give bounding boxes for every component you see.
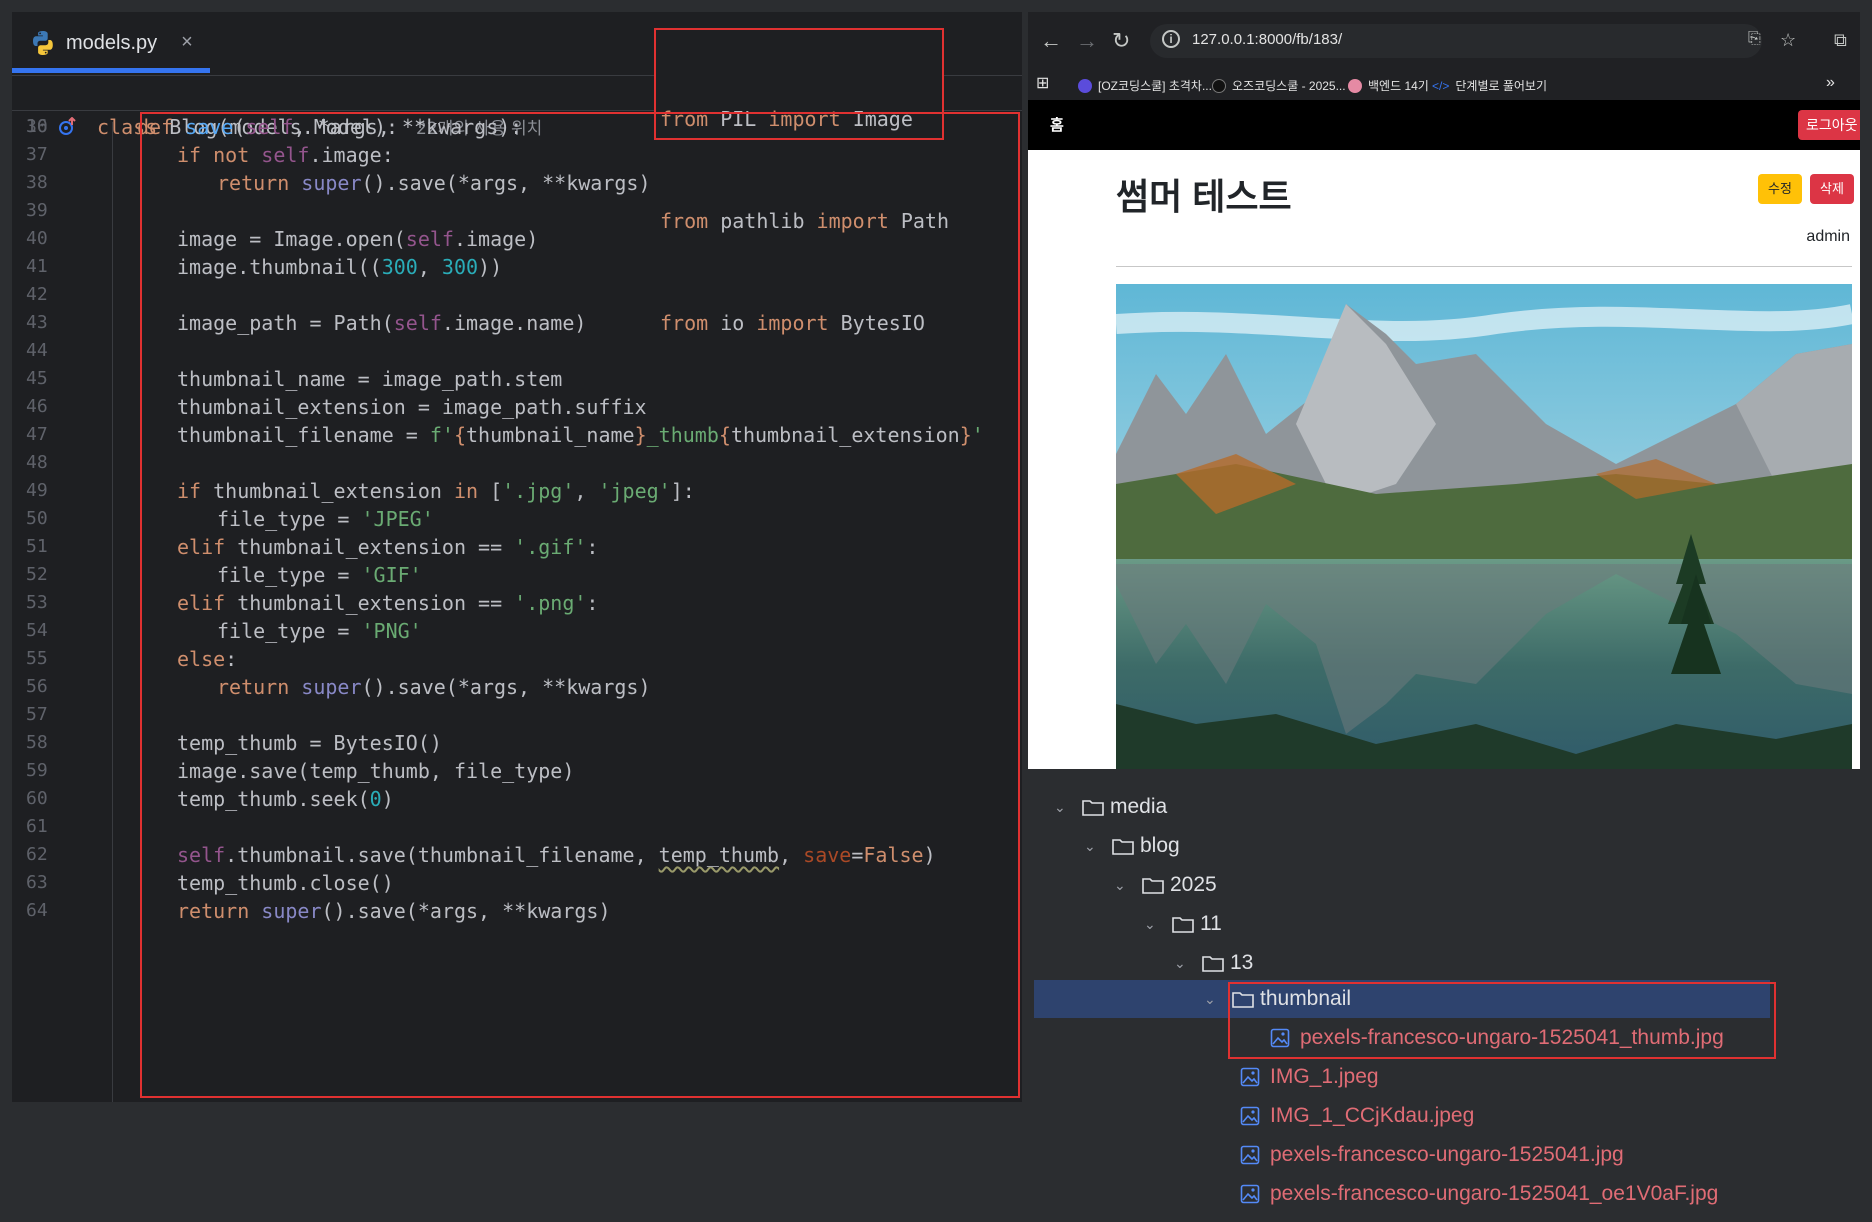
post-author: admin	[1806, 228, 1850, 245]
python-file-icon	[33, 31, 53, 55]
post-title: 썸머 테스트	[1116, 176, 1292, 217]
tree-folder-11[interactable]: ⌄ 11	[1144, 905, 1222, 943]
url-text[interactable]: 127.0.0.1:8000/fb/183/	[1192, 31, 1342, 48]
tree-file[interactable]: IMG_1.jpeg	[1240, 1058, 1379, 1096]
code-editor[interactable]: models.py × 10 class Blog(models.Model): 2…	[12, 12, 1022, 1102]
tree-folder-blog[interactable]: ⌄ blog	[1084, 827, 1180, 865]
edit-button[interactable]: 수정	[1758, 174, 1802, 204]
chevron-down-icon[interactable]: ⌄	[1204, 991, 1226, 1008]
browser-toolbar: ← → ↻ i 127.0.0.1:8000/fb/183/ ⎘ ☆ ⧉ ⊞ […	[1028, 12, 1860, 100]
image-file-icon	[1240, 1067, 1260, 1087]
tree-label: 13	[1230, 951, 1254, 974]
forward-arrow-icon[interactable]: →	[1076, 28, 1098, 54]
site-info-icon[interactable]: i	[1162, 30, 1180, 48]
delete-button[interactable]: 삭제	[1810, 174, 1854, 204]
logout-button[interactable]: 로그아웃	[1798, 110, 1860, 140]
line-number: 64	[26, 900, 48, 921]
tree-file[interactable]: pexels-francesco-ungaro-1525041.jpg	[1240, 1136, 1624, 1174]
post-image	[1116, 284, 1852, 769]
tree-label: IMG_1.jpeg	[1270, 1065, 1379, 1088]
extensions-icon[interactable]: ⧉	[1834, 30, 1847, 51]
nav-home-link[interactable]: 홈	[1050, 114, 1064, 135]
tree-folder-2025[interactable]: ⌄ 2025	[1114, 866, 1217, 904]
tree-file[interactable]: IMG_1_CCjKdau.jpeg	[1240, 1097, 1474, 1135]
chevron-down-icon[interactable]: ⌄	[1174, 955, 1196, 972]
tree-folder-media[interactable]: ⌄ media	[1054, 788, 1167, 826]
close-icon[interactable]: ×	[181, 31, 193, 54]
divider	[1116, 266, 1852, 267]
tree-folder-13[interactable]: ⌄ 13	[1174, 944, 1253, 982]
bookmark-item[interactable]: </> 단계별로 풀어보기	[1432, 77, 1547, 94]
tree-label: blog	[1140, 834, 1180, 857]
folder-icon	[1112, 839, 1134, 855]
bookmarks-bar: ⊞ [OZ코딩스쿨] 초격차... 오즈코딩스쿨 - 2025... 백엔드 1…	[1028, 68, 1860, 100]
tree-label: 11	[1200, 912, 1222, 935]
apps-grid-icon[interactable]: ⊞	[1036, 73, 1049, 93]
tree-label: pexels-francesco-ungaro-1525041_oe1V0aF.…	[1270, 1182, 1719, 1205]
chevron-down-icon[interactable]: ⌄	[1144, 916, 1166, 933]
folder-icon	[1202, 956, 1224, 972]
tree-label: pexels-francesco-ungaro-1525041.jpg	[1270, 1143, 1624, 1166]
image-file-icon	[1240, 1145, 1260, 1165]
site-navbar: 홈 로그아웃	[1028, 100, 1860, 150]
image-file-icon	[1240, 1184, 1260, 1204]
star-icon[interactable]: ☆	[1780, 30, 1796, 51]
address-bar[interactable]: i 127.0.0.1:8000/fb/183/	[1150, 24, 1762, 58]
override-method-icon[interactable]	[58, 117, 78, 137]
folder-icon	[1172, 917, 1194, 933]
active-tab-indicator	[12, 68, 210, 73]
more-bookmarks-icon[interactable]: »	[1826, 74, 1835, 92]
tree-label: media	[1110, 795, 1168, 818]
translate-icon[interactable]: ⎘	[1748, 30, 1761, 48]
image-file-icon	[1240, 1106, 1260, 1126]
reload-icon[interactable]: ↻	[1112, 28, 1130, 54]
browser-window: ← → ↻ i 127.0.0.1:8000/fb/183/ ⎘ ☆ ⧉ ⊞ […	[1028, 12, 1860, 769]
tree-label: IMG_1_CCjKdau.jpeg	[1270, 1104, 1475, 1127]
bookmark-item[interactable]: 오즈코딩스쿨 - 2025...	[1212, 77, 1346, 94]
bookmark-item[interactable]: 백엔드 14기	[1348, 77, 1429, 94]
save-method-highlight-box	[140, 112, 1020, 1098]
folder-icon	[1082, 800, 1104, 816]
chevron-down-icon[interactable]: ⌄	[1054, 799, 1076, 816]
thumbnail-highlight-box	[1228, 982, 1776, 1059]
tab-label: models.py	[66, 32, 158, 54]
tree-file[interactable]: pexels-francesco-ungaro-1525041_oe1V0aF.…	[1240, 1175, 1718, 1213]
tree-label: 2025	[1170, 873, 1217, 896]
folder-icon	[1142, 878, 1164, 894]
bookmark-item[interactable]: [OZ코딩스쿨] 초격차...	[1078, 77, 1212, 94]
back-arrow-icon[interactable]: ←	[1040, 28, 1062, 54]
chevron-down-icon[interactable]: ⌄	[1084, 838, 1106, 855]
chevron-down-icon[interactable]: ⌄	[1114, 877, 1136, 894]
